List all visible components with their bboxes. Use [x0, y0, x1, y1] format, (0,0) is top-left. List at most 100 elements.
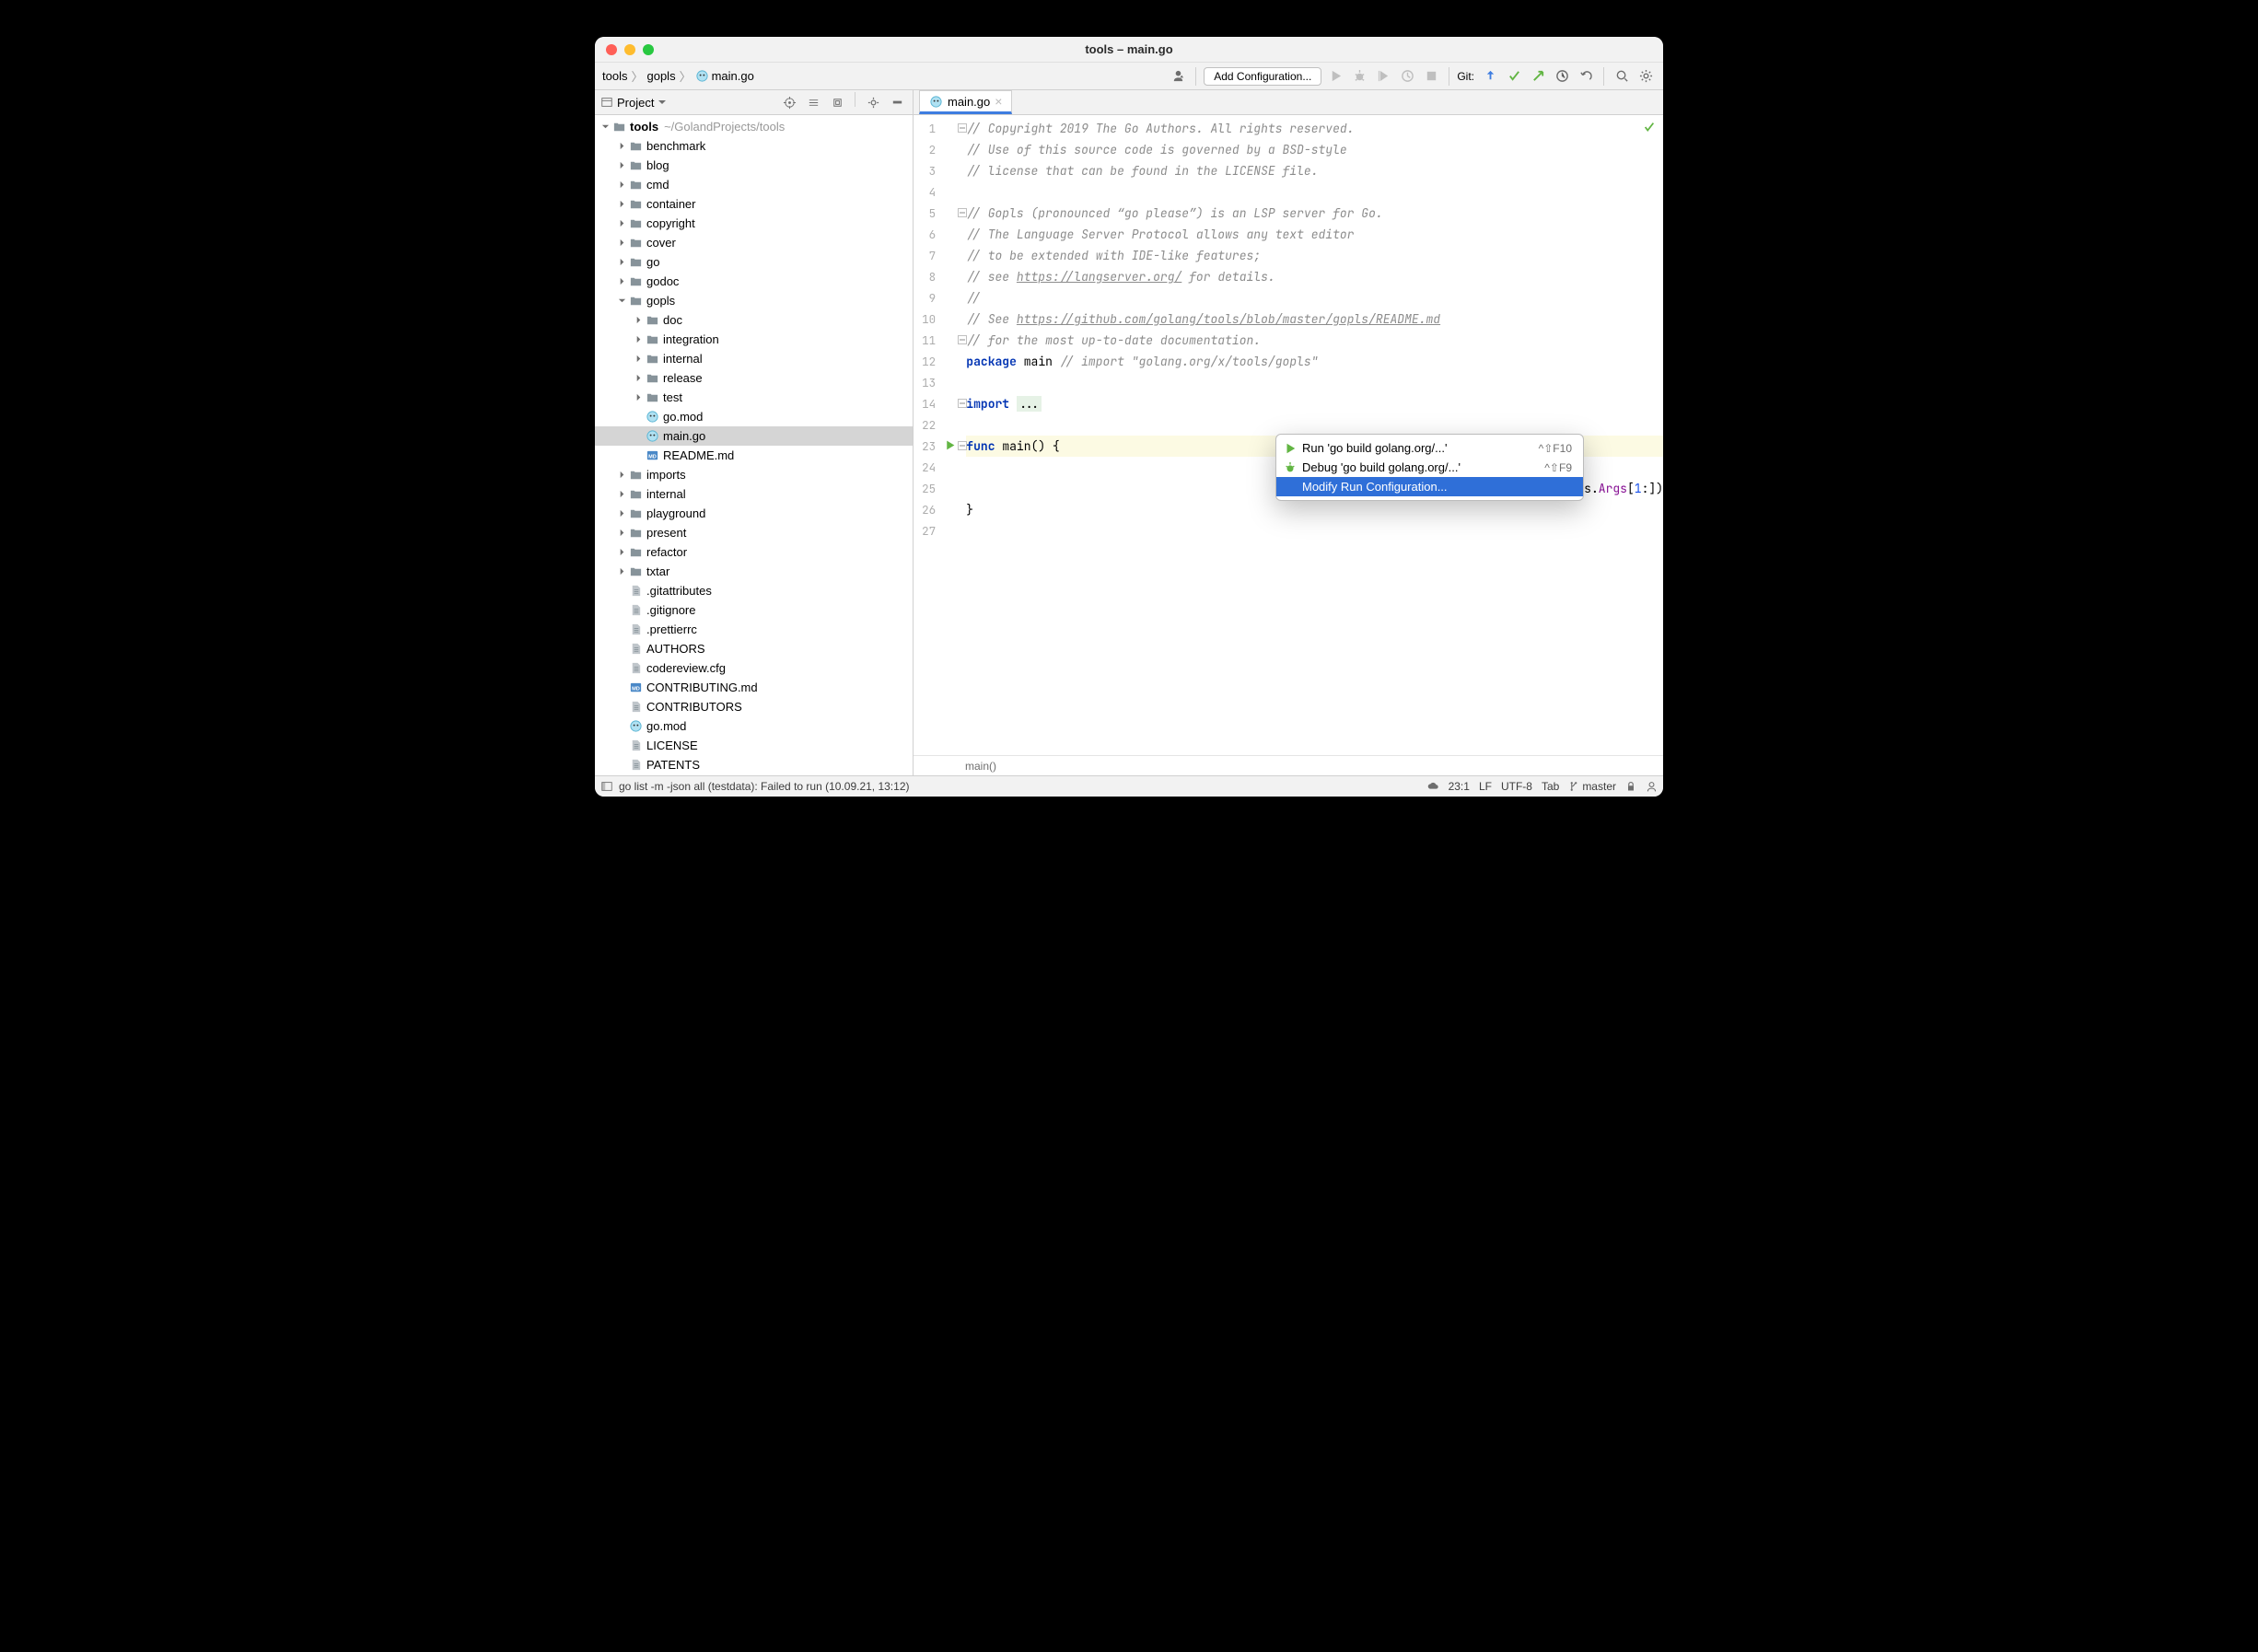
- tree-item[interactable]: benchmark: [595, 136, 913, 156]
- search-icon[interactable]: [1612, 66, 1632, 87]
- git-commit-icon[interactable]: [1504, 66, 1524, 87]
- breadcrumb-separator: 〉: [631, 67, 643, 85]
- locate-icon[interactable]: [779, 92, 799, 112]
- cloud-icon[interactable]: [1426, 780, 1439, 793]
- tree-item[interactable]: doc: [595, 310, 913, 330]
- status-message[interactable]: go list -m -json all (testdata): Failed …: [619, 780, 910, 793]
- tree-item[interactable]: cmd: [595, 175, 913, 194]
- run-icon[interactable]: [1325, 66, 1345, 87]
- tree-item[interactable]: .gitattributes: [595, 581, 913, 600]
- tree-root[interactable]: tools~/GolandProjects/tools: [595, 117, 913, 136]
- tree-item[interactable]: godoc: [595, 272, 913, 291]
- tree-item[interactable]: imports: [595, 465, 913, 484]
- svg-text:MD: MD: [648, 454, 657, 460]
- menu-item-modify-config[interactable]: Modify Run Configuration...: [1276, 477, 1583, 496]
- tree-item[interactable]: playground: [595, 504, 913, 523]
- stop-icon[interactable]: [1421, 66, 1441, 87]
- menu-item-run[interactable]: Run 'go build golang.org/...' ^⇧F10: [1276, 438, 1583, 458]
- tree-item[interactable]: MDCONTRIBUTING.md: [595, 678, 913, 697]
- line-separator[interactable]: LF: [1479, 780, 1492, 793]
- git-branch[interactable]: master: [1568, 780, 1616, 793]
- profile-icon[interactable]: [1397, 66, 1417, 87]
- tree-item[interactable]: internal: [595, 484, 913, 504]
- tab-main-go[interactable]: main.go ×: [919, 90, 1012, 114]
- project-sidebar: Project tools~/GolandProjects/toolsbench…: [595, 90, 914, 775]
- breadcrumb-item[interactable]: main.go: [695, 69, 754, 83]
- git-update-icon[interactable]: [1480, 66, 1500, 87]
- breadcrumb-separator: 〉: [680, 67, 692, 85]
- debug-icon[interactable]: [1349, 66, 1369, 87]
- add-configuration-button[interactable]: Add Configuration...: [1204, 67, 1321, 86]
- tree-item[interactable]: main.go: [595, 426, 913, 446]
- tree-item[interactable]: gopls: [595, 291, 913, 310]
- tree-item[interactable]: present: [595, 523, 913, 542]
- tree-item[interactable]: .gitignore: [595, 600, 913, 620]
- tree-item[interactable]: MDREADME.md: [595, 446, 913, 465]
- tree-item[interactable]: go: [595, 252, 913, 272]
- navigation-toolbar: tools 〉 gopls 〉 main.go Add Configuratio…: [595, 63, 1663, 90]
- gutter-icons: [941, 115, 957, 755]
- project-header: Project: [595, 90, 913, 115]
- tree-item[interactable]: go.mod: [595, 407, 913, 426]
- breadcrumb: tools 〉 gopls 〉 main.go: [602, 67, 754, 85]
- tree-item[interactable]: codereview.cfg: [595, 658, 913, 678]
- lock-icon[interactable]: [1625, 781, 1636, 792]
- tree-item[interactable]: PATENTS: [595, 755, 913, 774]
- hide-icon[interactable]: [887, 92, 907, 112]
- tree-item[interactable]: cover: [595, 233, 913, 252]
- run-gutter-icon[interactable]: [944, 439, 956, 451]
- tree-item[interactable]: blog: [595, 156, 913, 175]
- project-tree[interactable]: tools~/GolandProjects/toolsbenchmarkblog…: [595, 115, 913, 775]
- breadcrumb-item[interactable]: gopls: [646, 69, 675, 83]
- tree-item[interactable]: test: [595, 388, 913, 407]
- git-history-icon[interactable]: [1552, 66, 1572, 87]
- breadcrumb-item[interactable]: tools: [602, 69, 627, 83]
- tree-item[interactable]: integration: [595, 330, 913, 349]
- svg-text:MD: MD: [632, 686, 640, 692]
- status-bar: go list -m -json all (testdata): Failed …: [595, 775, 1663, 797]
- tree-item[interactable]: CONTRIBUTORS: [595, 697, 913, 716]
- file-encoding[interactable]: UTF-8: [1501, 780, 1532, 793]
- collapse-all-icon[interactable]: [827, 92, 847, 112]
- tree-item[interactable]: internal: [595, 349, 913, 368]
- close-tab-icon[interactable]: ×: [995, 94, 1002, 109]
- hector-icon[interactable]: [1646, 781, 1658, 793]
- branch-icon: [1568, 781, 1579, 792]
- run-icon: [1284, 442, 1297, 455]
- git-rollback-icon[interactable]: [1576, 66, 1596, 87]
- tree-item[interactable]: txtar: [595, 562, 913, 581]
- tab-label: main.go: [948, 95, 990, 109]
- project-header-label[interactable]: Project: [617, 96, 654, 110]
- titlebar: tools – main.go: [595, 37, 1663, 63]
- tree-item[interactable]: refactor: [595, 542, 913, 562]
- user-icon[interactable]: [1168, 66, 1188, 87]
- tool-window-icon[interactable]: [600, 780, 613, 793]
- tree-item[interactable]: copyright: [595, 214, 913, 233]
- indent-type[interactable]: Tab: [1542, 780, 1559, 793]
- tree-item[interactable]: go.mod: [595, 716, 913, 736]
- tree-item[interactable]: container: [595, 194, 913, 214]
- git-push-icon[interactable]: [1528, 66, 1548, 87]
- project-icon: [600, 96, 613, 109]
- coverage-icon[interactable]: [1373, 66, 1393, 87]
- git-label: Git:: [1457, 70, 1474, 83]
- gear-icon[interactable]: [863, 92, 883, 112]
- editor-breadcrumb[interactable]: main(): [914, 755, 1663, 775]
- expand-all-icon[interactable]: [803, 92, 823, 112]
- gear-icon[interactable]: [1635, 66, 1656, 87]
- inspection-ok-icon[interactable]: [1643, 121, 1656, 134]
- cursor-position[interactable]: 23:1: [1449, 780, 1470, 793]
- debug-icon: [1284, 461, 1297, 474]
- tree-item[interactable]: .prettierrc: [595, 620, 913, 639]
- gutter-context-menu: Run 'go build golang.org/...' ^⇧F10 Debu…: [1275, 434, 1584, 501]
- fold-column: [957, 115, 967, 755]
- editor-area: main.go × 123456789101112131422232425262…: [914, 90, 1663, 775]
- tree-item[interactable]: release: [595, 368, 913, 388]
- chevron-down-icon[interactable]: [658, 98, 667, 107]
- go-file-icon: [929, 95, 943, 109]
- tree-item[interactable]: AUTHORS: [595, 639, 913, 658]
- menu-item-debug[interactable]: Debug 'go build golang.org/...' ^⇧F9: [1276, 458, 1583, 477]
- code-editor[interactable]: 1234567891011121314222324252627 // Copyr…: [914, 115, 1663, 755]
- tree-item[interactable]: LICENSE: [595, 736, 913, 755]
- editor-tabs: main.go ×: [914, 90, 1663, 115]
